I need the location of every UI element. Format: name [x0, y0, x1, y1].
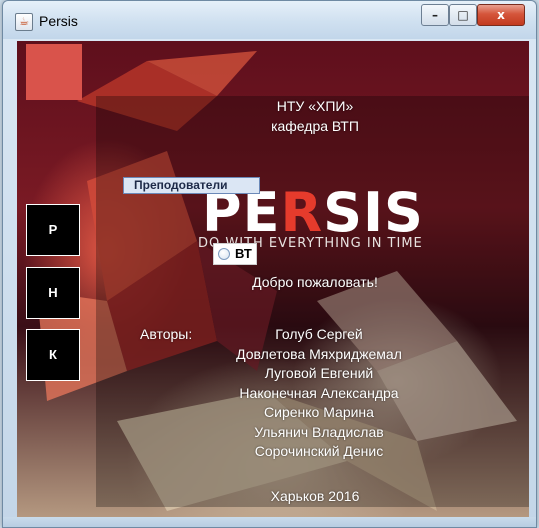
- sidebar-button-k[interactable]: К: [26, 329, 80, 381]
- content-area: Р Н К НТУ «ХПИ» кафедра ВТП PERSIS DO WI…: [17, 41, 529, 517]
- university-name: НТУ «ХПИ»: [276, 98, 354, 114]
- author-name: Голуб Сергей: [275, 326, 363, 342]
- logo-text-after: SIS: [323, 181, 424, 244]
- minimize-button[interactable]: –: [421, 4, 449, 26]
- radio-circle-icon[interactable]: [218, 248, 230, 260]
- footer-city-year: Харьков 2016: [270, 488, 360, 504]
- radio-vt[interactable]: ВТ: [213, 243, 257, 265]
- java-app-icon[interactable]: ☕: [15, 13, 33, 31]
- author-name: Ульянич Владислав: [254, 424, 384, 440]
- radio-vt-label: ВТ: [235, 246, 252, 261]
- welcome-text: Добро пожаловать!: [252, 274, 378, 290]
- window-bottom-border: [3, 517, 536, 527]
- sidebar-button-n[interactable]: Н: [26, 267, 80, 319]
- department-name: кафедра ВТП: [271, 118, 359, 134]
- maximize-button[interactable]: □: [449, 4, 477, 26]
- accent-square: [26, 44, 82, 100]
- window-title: Persis: [39, 13, 78, 29]
- author-name: Наконечная Александра: [239, 385, 399, 401]
- app-window: ☕ Persis – □ x Р Н К НТУ «ХПИ» кафедра В…: [2, 0, 537, 528]
- author-name: Сорочинский Денис: [254, 443, 384, 459]
- menu-item-teachers[interactable]: Преподователи: [123, 177, 260, 194]
- title-bar[interactable]: ☕ Persis – □ x: [3, 1, 536, 39]
- author-name: Сиренко Марина: [264, 404, 374, 420]
- author-name: Довлетова Мяхриджемал: [236, 346, 402, 362]
- logo-text-highlight: R: [280, 181, 324, 244]
- sidebar-button-r[interactable]: Р: [26, 204, 80, 256]
- close-button[interactable]: x: [477, 4, 525, 26]
- author-name: Луговой Евгений: [264, 365, 374, 381]
